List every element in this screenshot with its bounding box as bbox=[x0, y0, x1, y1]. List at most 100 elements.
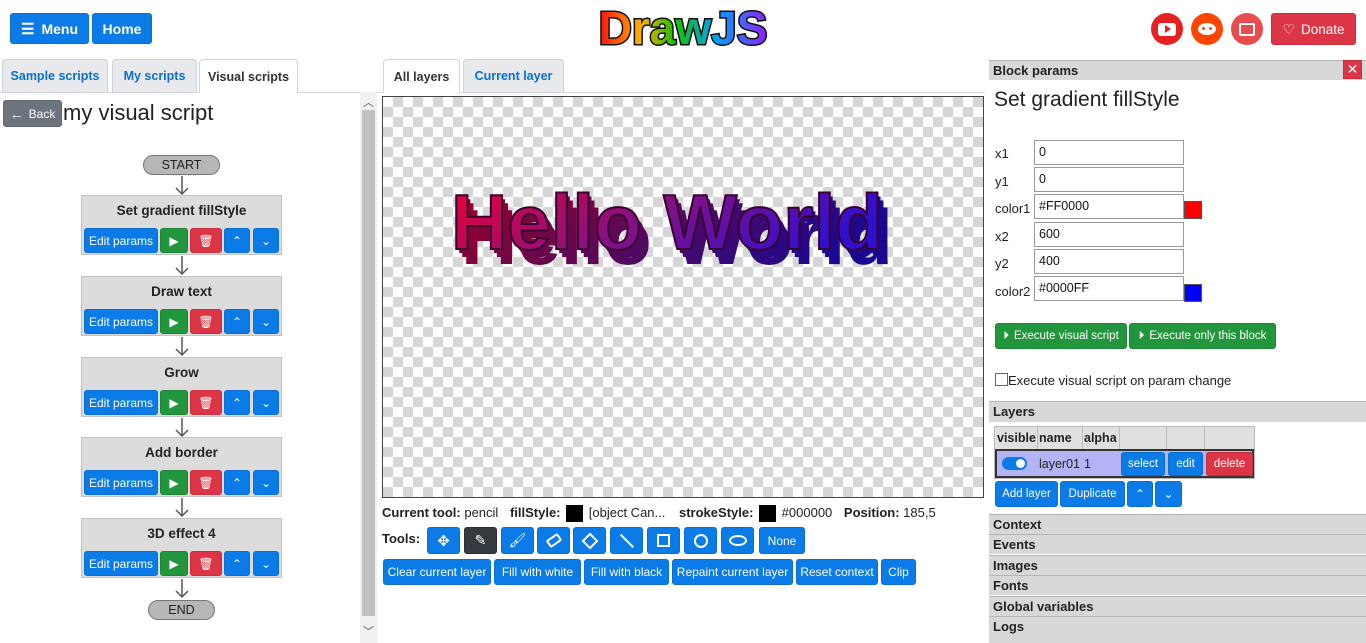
section-global-variables[interactable]: Global variables bbox=[989, 596, 1366, 616]
run-block-button[interactable]: ▶ bbox=[160, 390, 188, 415]
app-logo: DrawJS bbox=[583, 0, 783, 56]
move-up-button[interactable]: ⌃ bbox=[224, 228, 250, 253]
drawing-canvas[interactable]: Hello World Hello World Hello World Hell… bbox=[382, 96, 984, 498]
tool-none-button[interactable]: None bbox=[759, 527, 805, 554]
section-logs[interactable]: Logs bbox=[989, 616, 1366, 643]
home-button[interactable]: Home bbox=[92, 13, 152, 44]
tool-line-button[interactable] bbox=[610, 527, 643, 554]
delete-layer-button[interactable]: delete bbox=[1206, 452, 1253, 476]
hamburger-icon: ☰ bbox=[20, 20, 35, 38]
tool-eraser-button[interactable] bbox=[537, 527, 570, 554]
repaint-layer-button[interactable]: Repaint current layer bbox=[672, 559, 793, 585]
edit-params-button[interactable]: Edit params bbox=[84, 390, 158, 415]
auto-exec-checkbox[interactable] bbox=[995, 373, 1008, 386]
layer-down-button[interactable]: ⌄ bbox=[1155, 481, 1182, 507]
color2-swatch[interactable] bbox=[1184, 284, 1202, 302]
section-images[interactable]: Images bbox=[989, 555, 1366, 575]
edit-params-button[interactable]: Edit params bbox=[84, 309, 158, 334]
close-panel-button[interactable]: ✕ bbox=[1343, 60, 1362, 79]
move-up-button[interactable]: ⌃ bbox=[224, 470, 250, 495]
run-block-button[interactable]: ▶ bbox=[160, 228, 188, 253]
fill-black-button[interactable]: Fill with black bbox=[584, 559, 669, 585]
param-input-y1[interactable]: 0 bbox=[1034, 167, 1184, 192]
start-node: START bbox=[143, 155, 220, 175]
section-events[interactable]: Events bbox=[989, 534, 1366, 554]
param-input-color1[interactable]: #FF0000 bbox=[1034, 194, 1184, 219]
move-down-button[interactable]: ⌄ bbox=[253, 470, 279, 495]
layers-header[interactable]: Layers bbox=[989, 401, 1366, 422]
trash-icon: 🗑 bbox=[198, 233, 214, 248]
reddit-icon[interactable] bbox=[1191, 13, 1223, 45]
menu-button[interactable]: ☰ Menu bbox=[10, 13, 89, 44]
scroll-up-icon[interactable]: ︿ bbox=[363, 94, 374, 110]
move-down-button[interactable]: ⌄ bbox=[253, 551, 279, 576]
layer-row[interactable]: layer01 1 select edit delete bbox=[995, 449, 1254, 478]
edit-layer-button[interactable]: edit bbox=[1168, 452, 1203, 476]
edit-params-button[interactable]: Edit params bbox=[84, 551, 158, 576]
visibility-toggle[interactable] bbox=[1002, 457, 1027, 470]
back-button[interactable]: ← Back bbox=[3, 100, 62, 127]
trash-icon: 🗑 bbox=[198, 395, 214, 410]
tool-fill-button[interactable] bbox=[573, 527, 606, 554]
script-block: Draw text Edit params ▶ 🗑 ⌃ ⌄ bbox=[81, 276, 282, 336]
execute-block-button[interactable]: ⏵ Execute only this block bbox=[1129, 323, 1276, 349]
param-input-y2[interactable]: 400 bbox=[1034, 249, 1184, 274]
donate-button[interactable]: ♡ Donate bbox=[1271, 13, 1356, 45]
delete-block-button[interactable]: 🗑 bbox=[190, 228, 222, 253]
scroll-down-icon[interactable]: ﹀ bbox=[363, 623, 374, 639]
chevron-down-icon: ⌄ bbox=[1163, 487, 1174, 501]
tool-move-button[interactable]: ✥ bbox=[427, 527, 460, 554]
tool-circle-button[interactable] bbox=[684, 527, 717, 554]
param-input-x2[interactable]: 600 bbox=[1034, 222, 1184, 247]
tab-sample-scripts[interactable]: Sample scripts bbox=[2, 59, 108, 92]
clip-button[interactable]: Clip bbox=[881, 559, 916, 585]
move-down-button[interactable]: ⌄ bbox=[253, 390, 279, 415]
param-input-color2[interactable]: #0000FF bbox=[1034, 276, 1184, 301]
run-block-button[interactable]: ▶ bbox=[160, 470, 188, 495]
layer-name: layer01 bbox=[1039, 457, 1080, 471]
param-input-x1[interactable]: 0 bbox=[1034, 140, 1184, 165]
tool-brush-button[interactable]: 🖌 bbox=[501, 527, 534, 554]
select-layer-button[interactable]: select bbox=[1121, 452, 1165, 476]
reset-context-button[interactable]: Reset context bbox=[796, 559, 878, 585]
scrollbar-thumb[interactable] bbox=[362, 110, 375, 616]
color1-swatch[interactable] bbox=[1184, 201, 1202, 219]
run-block-button[interactable]: ▶ bbox=[160, 551, 188, 576]
delete-block-button[interactable]: 🗑 bbox=[190, 470, 222, 495]
rectangle-icon bbox=[657, 534, 670, 547]
section-fonts[interactable]: Fonts bbox=[989, 575, 1366, 595]
execute-script-button[interactable]: ⏵ Execute visual script bbox=[995, 323, 1127, 349]
chevron-up-icon: ⌃ bbox=[231, 395, 243, 410]
clear-layer-button[interactable]: Clear current layer bbox=[383, 559, 491, 585]
tool-rectangle-button[interactable] bbox=[647, 527, 680, 554]
delete-block-button[interactable]: 🗑 bbox=[190, 390, 222, 415]
section-context[interactable]: Context bbox=[989, 514, 1366, 534]
canvas-artwork: Hello World Hello World Hello World Hell… bbox=[450, 177, 893, 281]
tool-ellipse-button[interactable] bbox=[721, 527, 754, 554]
left-scrollbar[interactable]: ︿ ﹀ bbox=[360, 92, 377, 643]
duplicate-layer-button[interactable]: Duplicate bbox=[1060, 481, 1125, 507]
tab-visual-scripts[interactable]: Visual scripts bbox=[199, 59, 298, 93]
tab-current-layer[interactable]: Current layer bbox=[463, 59, 564, 92]
add-layer-button[interactable]: Add layer bbox=[995, 481, 1058, 507]
edit-params-button[interactable]: Edit params bbox=[84, 470, 158, 495]
delete-block-button[interactable]: 🗑 bbox=[190, 309, 222, 334]
youtube-icon[interactable] bbox=[1151, 13, 1183, 45]
tool-pencil-button[interactable]: ✎ bbox=[464, 527, 497, 554]
store-icon[interactable] bbox=[1231, 13, 1263, 45]
move-up-button[interactable]: ⌃ bbox=[224, 551, 250, 576]
move-up-button[interactable]: ⌃ bbox=[224, 390, 250, 415]
tools-label: Tools: bbox=[382, 531, 421, 546]
block-params-header[interactable]: Block params bbox=[989, 60, 1366, 80]
delete-block-button[interactable]: 🗑 bbox=[190, 551, 222, 576]
move-down-button[interactable]: ⌄ bbox=[253, 228, 279, 253]
layer-up-button[interactable]: ⌃ bbox=[1127, 481, 1153, 507]
fill-white-button[interactable]: Fill with white bbox=[494, 559, 581, 585]
eraser-icon bbox=[545, 532, 562, 549]
edit-params-button[interactable]: Edit params bbox=[84, 228, 158, 253]
tab-all-layers[interactable]: All layers bbox=[383, 59, 460, 93]
move-up-button[interactable]: ⌃ bbox=[224, 309, 250, 334]
tab-my-scripts[interactable]: My scripts bbox=[112, 59, 197, 92]
run-block-button[interactable]: ▶ bbox=[160, 309, 188, 334]
move-down-button[interactable]: ⌄ bbox=[253, 309, 279, 334]
